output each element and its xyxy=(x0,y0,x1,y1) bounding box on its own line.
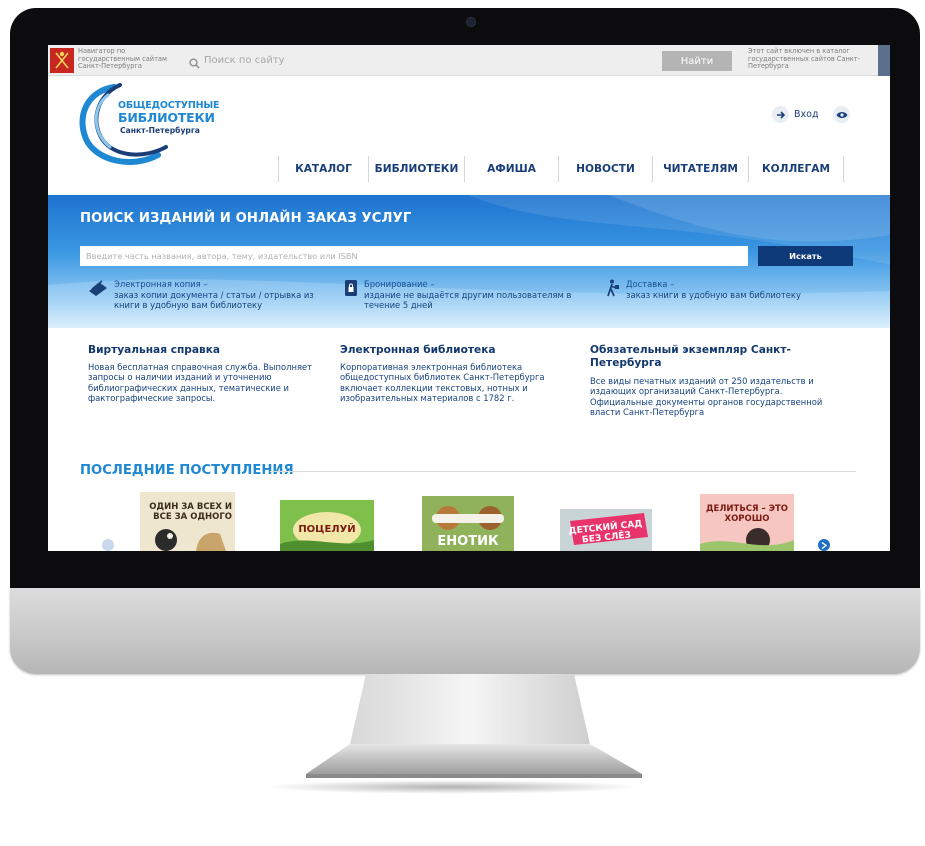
book-cover-title: ДЕЛИТЬСЯ – ЭТО ХОРОШО xyxy=(705,504,789,524)
book-cover[interactable]: ДЕЛИТЬСЯ – ЭТО ХОРОШО xyxy=(700,494,794,551)
legal-deposit-text: Все виды печатных изданий от 250 издател… xyxy=(590,376,823,418)
search-hero: ПОИСК ИЗДАНИЙ И ОНЛАЙН ЗАКАЗ УСЛУГ Искат… xyxy=(48,195,890,328)
carousel-prev-button[interactable] xyxy=(102,539,114,551)
service-ecopy-title: Электронная копия – xyxy=(114,279,208,289)
carousel-next-button[interactable] xyxy=(818,539,830,551)
section-divider xyxy=(270,471,856,472)
search-icon xyxy=(189,54,200,73)
site-search-input[interactable] xyxy=(204,52,644,69)
virtual-reference-text: Новая бесплатная справочная служба. Выпо… xyxy=(88,362,313,404)
book-cover[interactable]: ПОЦЕЛУЙ xyxy=(280,500,374,551)
nav-item-news[interactable]: НОВОСТИ xyxy=(558,156,652,182)
service-ecopy[interactable]: Электронная копия – заказ копии документ… xyxy=(88,279,338,311)
main-nav: КАТАЛОГ БИБЛИОТЕКИ АФИША НОВОСТИ ЧИТАТЕЛ… xyxy=(278,156,844,184)
logo-text-line2: БИБЛИОТЕКИ xyxy=(118,110,215,125)
new-arrivals-title: ПОСЛЕДНИЕ ПОСТУПЛЕНИЯ xyxy=(80,463,294,478)
scanner-icon xyxy=(88,279,108,301)
hero-title: ПОИСК ИЗДАНИЙ И ОНЛАЙН ЗАКАЗ УСЛУГ xyxy=(80,211,412,226)
service-booking-title: Бронирование – xyxy=(364,279,435,289)
gov-catalog-note[interactable]: Этот сайт включен в каталог государствен… xyxy=(748,47,878,71)
catalog-search-button[interactable]: Искать xyxy=(758,246,853,266)
nav-item-afisha[interactable]: АФИША xyxy=(464,156,558,182)
find-button[interactable]: Найти xyxy=(662,51,732,71)
monitor-chin xyxy=(10,588,920,674)
monitor-stand xyxy=(306,674,642,778)
login-arrow-icon xyxy=(772,106,789,123)
monitor-mockup: Навигатор по государственным сайтам Санк… xyxy=(0,0,925,846)
nav-item-colleagues[interactable]: КОЛЛЕГАМ xyxy=(748,156,844,182)
legal-deposit-title[interactable]: Обязательный экземпляр Санкт-Петербурга xyxy=(590,344,818,369)
service-booking-desc: издание не выдаётся другим пользователям… xyxy=(364,289,572,311)
login-label: Вход xyxy=(794,109,819,120)
gov-topbar: Навигатор по государственным сайтам Санк… xyxy=(48,45,890,76)
book-cover-title: ПОЦЕЛУЙ xyxy=(298,524,356,535)
chevron-right-icon xyxy=(821,541,827,549)
nav-item-libraries[interactable]: БИБЛИОТЕКИ xyxy=(368,156,464,182)
book-lock-icon xyxy=(344,279,358,301)
camera-icon xyxy=(466,17,476,27)
nav-item-catalog[interactable]: КАТАЛОГ xyxy=(278,156,368,182)
book-cover[interactable]: ОДИН ЗА ВСЕХ И ВСЕ ЗА ОДНОГО xyxy=(140,492,235,551)
accessibility-eye-icon[interactable] xyxy=(833,106,850,123)
logo-text-line3: Санкт-Петербурга xyxy=(120,126,200,135)
virtual-reference-title[interactable]: Виртуальная справка xyxy=(88,344,318,357)
service-delivery-title: Доставка – xyxy=(626,279,675,289)
book-cover[interactable]: ДЕТСКИЙ САД БЕЗ СЛЁЗ xyxy=(560,509,652,551)
browser-screen: Навигатор по государственным сайтам Санк… xyxy=(48,45,890,551)
book-cover-title: ОДИН ЗА ВСЕХ И ВСЕ ЗА ОДНОГО xyxy=(149,502,232,522)
service-booking[interactable]: Бронирование – издание не выдаётся други… xyxy=(344,279,594,311)
nav-item-readers[interactable]: ЧИТАТЕЛЯМ xyxy=(652,156,748,182)
service-delivery[interactable]: Доставка – заказ книги в удобную вам биб… xyxy=(606,279,856,301)
service-delivery-desc: заказ книги в удобную вам библиотеку xyxy=(626,289,801,300)
e-library-title[interactable]: Электронная библиотека xyxy=(340,344,570,357)
service-ecopy-desc: заказ копии документа / статьи / отрывка… xyxy=(114,289,314,311)
gov-navigator-link[interactable]: Навигатор по государственным сайтам Санк… xyxy=(78,47,178,71)
login-link[interactable]: Вход xyxy=(772,106,819,123)
courier-icon xyxy=(606,279,620,301)
book-cover[interactable]: ЕНОТИК xyxy=(422,496,514,551)
gov-emblem-icon[interactable] xyxy=(50,48,74,73)
book-cover-title: ЕНОТИК xyxy=(437,534,499,549)
e-library-text: Корпоративная электронная библиотека общ… xyxy=(340,362,545,404)
catalog-search-input[interactable] xyxy=(80,246,748,266)
stand-shadow xyxy=(262,780,642,794)
topbar-edge-strip xyxy=(878,45,890,76)
